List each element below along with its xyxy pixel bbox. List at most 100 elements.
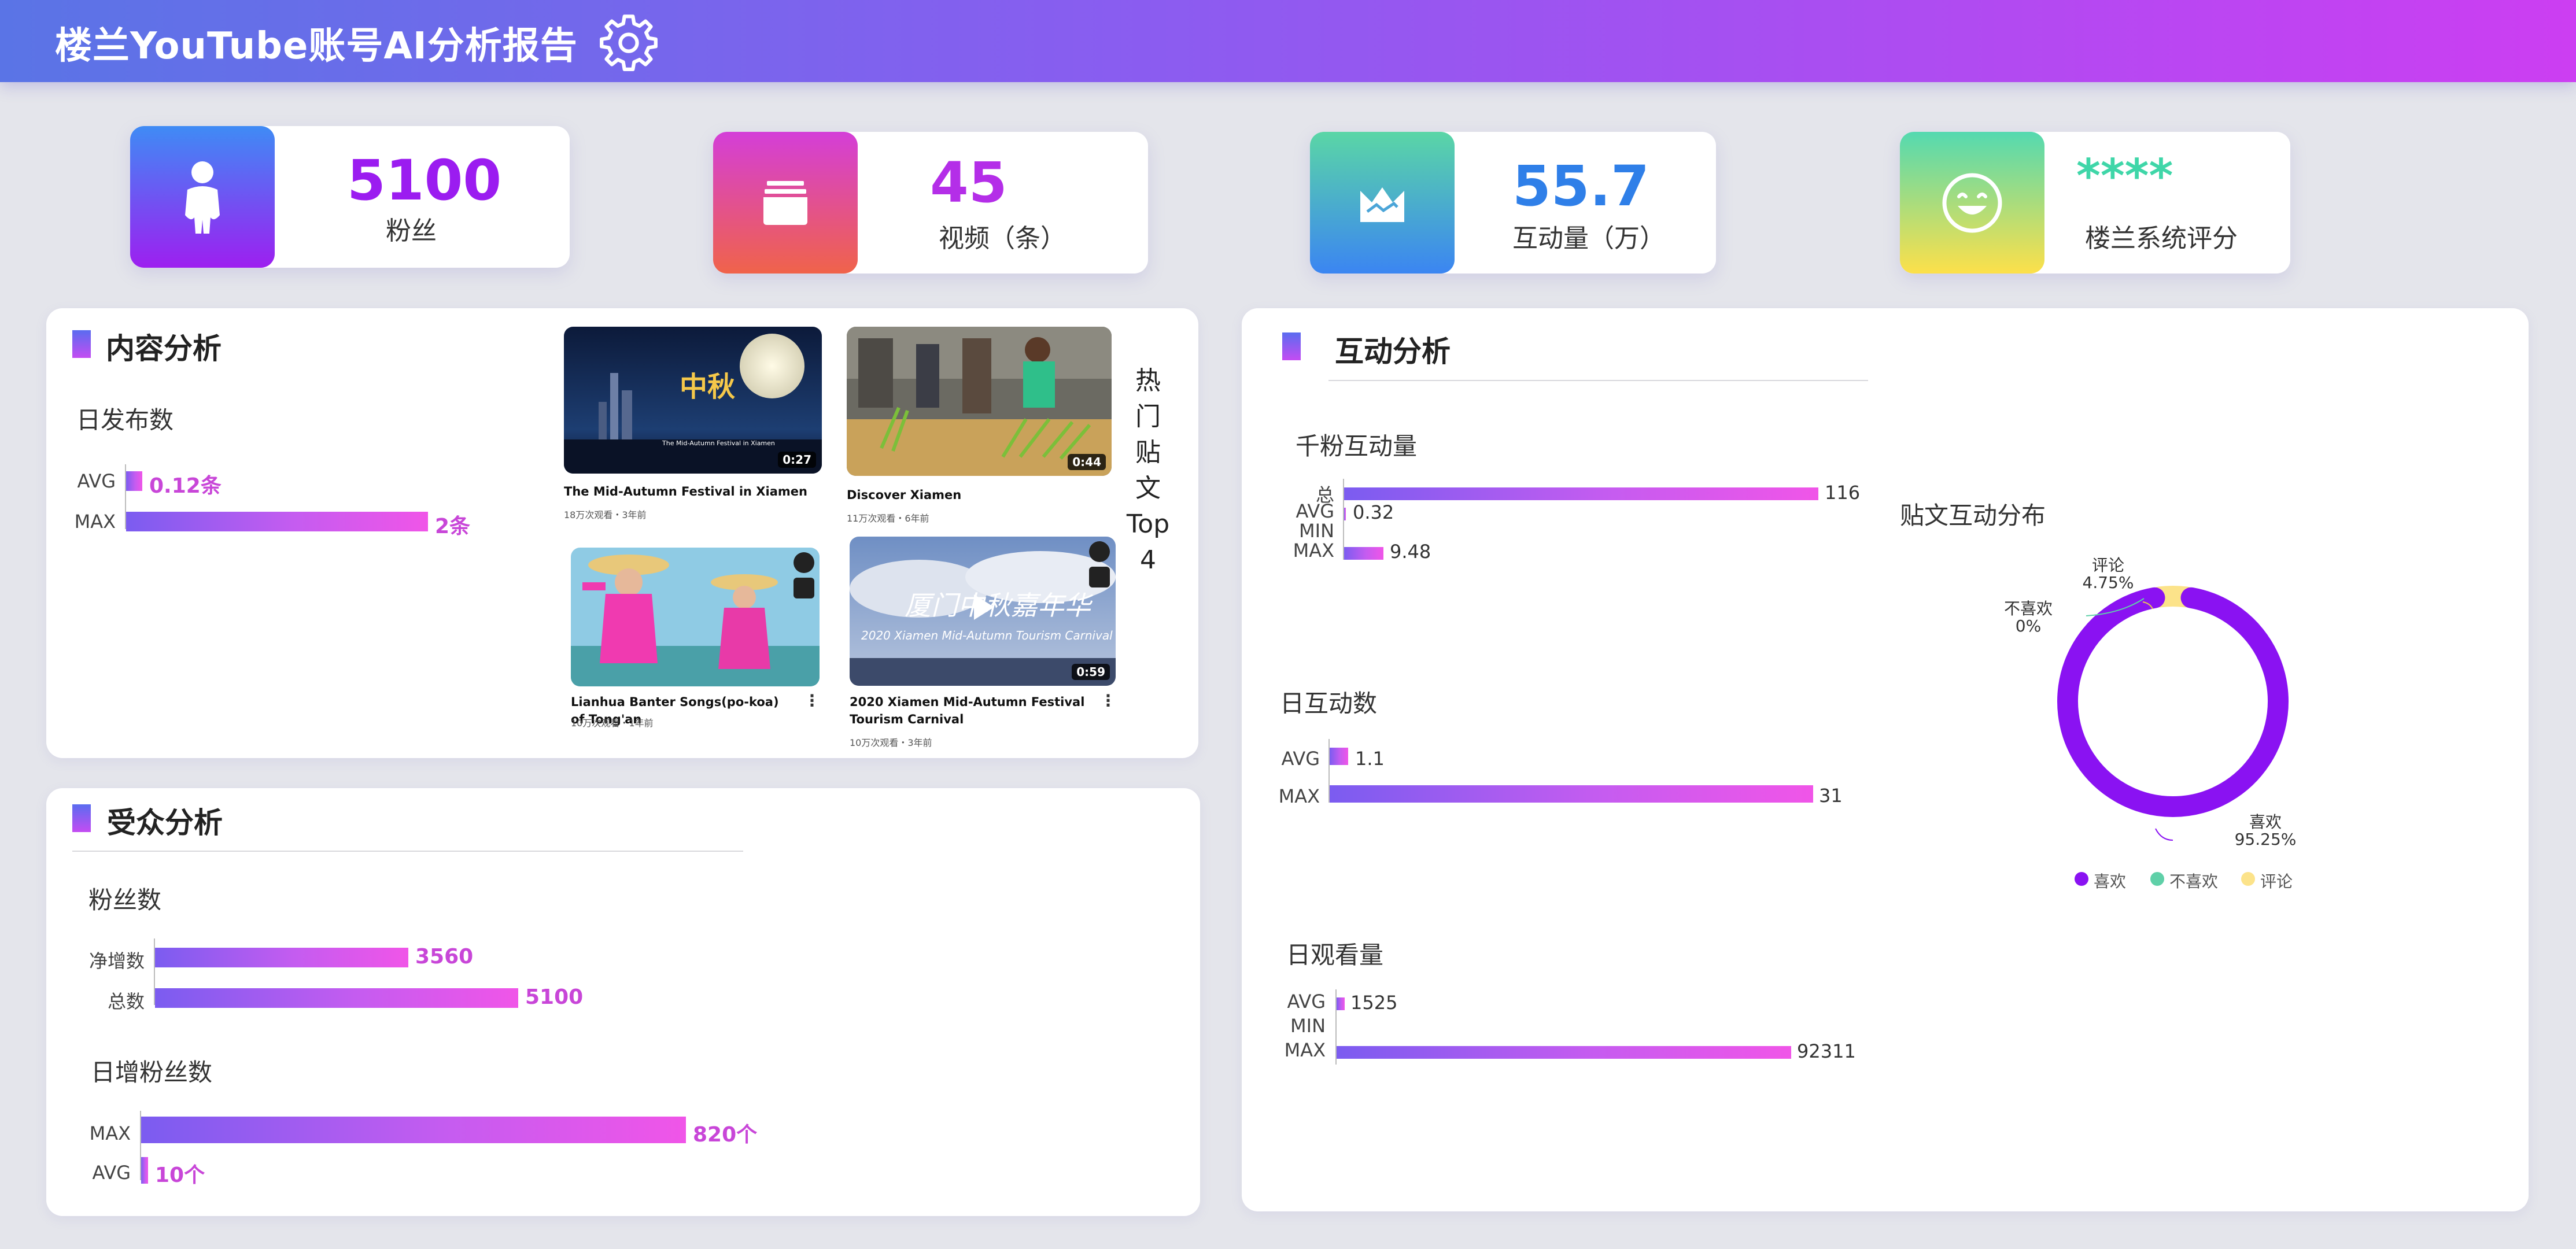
legend-text[interactable]: 不喜欢 [2169,869,2218,892]
legend-dot-like[interactable] [2075,872,2088,886]
bar-value: 9.48 [1390,541,1431,563]
legend-dot-comment[interactable] [2241,872,2255,886]
bar-label: AVG [1296,500,1334,522]
more-options-icon[interactable]: ⋮ [1100,691,1116,710]
kpi-label: 视频（条） [939,224,1066,253]
video-duration: 0:27 [778,452,816,468]
bar-views-max [1337,1046,1791,1059]
kpi-value: 55.7 [1512,154,1649,219]
video-meta: 11万次观看・6年前 [847,513,929,524]
video-thumbnail[interactable]: 厦门中秋嘉年华 2020 Xiamen Mid-Autumn Tourism C… [850,537,1116,686]
bar-per-k-total [1344,487,1818,500]
bar-avg [126,471,142,491]
bar-value: 116 [1825,482,1861,504]
bar-value: 1525 [1350,992,1398,1014]
bar-label: AVG [1281,748,1320,770]
bar-value: 92311 [1797,1040,1856,1062]
svg-text:中秋: 中秋 [680,371,735,403]
top4-char: 热 [1135,366,1161,396]
dancers-thumbnail [571,548,820,686]
kpi-icon-box [1900,132,2044,274]
audience-analysis-panel: 受众分析 粉丝数 净增数 3560 总数 5100 日增粉丝数 MAX 820个… [46,788,1200,1216]
panel-title-mark [72,804,91,832]
video-meta: 18万次观看・3年前 [564,509,647,520]
bar-max [126,512,428,531]
bar-value: 5100 [525,985,584,1009]
panel-divider [72,851,743,852]
bar-daily-max [1330,785,1813,803]
daily-interaction-title: 日互动数 [1280,689,1378,718]
bar-fans-total [155,988,518,1008]
bar-daily-avg [1330,748,1348,765]
video-thumbnail[interactable] [571,548,820,686]
bar-fans-net [155,948,408,967]
daily-fans-title: 日增粉丝数 [91,1058,213,1087]
bar-value: 3560 [415,945,474,969]
bar-label: AVG [77,470,116,492]
legend-text[interactable]: 喜欢 [2094,869,2126,892]
panel-title-mark [1282,332,1301,360]
bar-value: 0.32 [1353,501,1394,523]
video-meta: 10万次观看・1年前 [571,718,654,729]
top4-char: 文 [1135,474,1161,503]
bar-label: MAX [1284,1039,1326,1061]
bar-per-k-avg [1344,508,1346,520]
bar-daily-fans-avg [141,1157,148,1184]
bar-label: 总数 [107,991,145,1012]
bar-value: 820个 [693,1123,758,1147]
panel-divider [1328,380,1868,381]
top4-label: 热 门 贴 文 Top 4 [1116,363,1180,578]
svg-text:The Mid-Autumn Festival in Xia: The Mid-Autumn Festival in Xiamen [662,439,775,447]
bar-value: 1.1 [1355,748,1385,770]
header-bar: 楼兰YouTube账号AI分析报告 [0,0,2576,82]
bar-daily-fans-max [141,1117,686,1143]
kpi-card-fans: 5100 粉丝 [130,126,570,268]
crown-icon [1360,187,1404,222]
bar-value: 31 [1819,785,1843,807]
video-title[interactable]: 2020 Xiamen Mid-Autumn Festival Tourism … [850,693,1093,728]
video-title[interactable]: The Mid-Autumn Festival in Xiamen [564,483,822,500]
svg-text:2020 Xiamen Mid-Autumn Tourism: 2020 Xiamen Mid-Autumn Tourism Carnival [861,629,1113,642]
top4-char: 4 [1140,545,1156,575]
bar-label: MAX [1293,539,1334,561]
more-options-icon[interactable]: ⋮ [804,691,820,710]
panel-title-mark [72,330,91,358]
kpi-label: 楼兰系统评分 [2085,224,2238,253]
bar-label: 净增数 [88,950,145,972]
kpi-label: 互动量（万） [1512,224,1665,253]
bar-label: MAX [74,511,116,533]
kpi-icon-box [713,132,858,274]
bar-label: MIN [1299,520,1334,542]
legend-text[interactable]: 评论 [2260,869,2293,892]
bar-per-k-max [1344,547,1383,560]
bar-value: 10个 [155,1163,205,1187]
bar-label: MIN [1290,1015,1326,1037]
top4-char: 贴 [1135,438,1161,467]
kpi-card-score: **** 楼兰系统评分 [1900,132,2290,274]
kpi-card-videos: 45 视频（条） [713,132,1148,274]
content-analysis-panel: 内容分析 日发布数 AVG 0.12条 MAX 2条 中秋 The Mid-Au… [46,308,1198,758]
bar-value: 2条 [435,515,471,538]
panel-title: 受众分析 [107,806,223,840]
panel-title: 内容分析 [106,332,222,365]
top4-char: Top [1126,509,1170,539]
kpi-card-interaction: 55.7 互动量（万） [1310,132,1716,274]
page-title: 楼兰YouTube账号AI分析报告 [55,25,578,68]
legend-dot-dislike[interactable] [2150,872,2164,886]
user-icon [185,161,220,234]
per-k-title: 千粉互动量 [1296,432,1418,460]
gear-icon[interactable] [599,12,659,72]
bar-label: AVG [92,1162,131,1184]
video-title[interactable]: Discover Xiamen [847,486,1112,504]
video-meta: 10万次观看・3年前 [850,737,932,748]
bar-label: MAX [1278,785,1320,807]
kpi-value: **** [2076,149,2173,203]
kpi-icon-box [1310,132,1455,274]
video-thumbnail[interactable]: 0:44 [847,327,1112,476]
top4-char: 门 [1135,402,1161,431]
video-duration: 0:59 [1072,664,1110,680]
video-duration: 0:44 [1068,454,1106,470]
panel-title: 互动分析 [1335,335,1451,368]
bar-views-avg [1337,997,1345,1010]
video-thumbnail[interactable]: 中秋 The Mid-Autumn Festival in Xiamen 0:2… [564,327,822,474]
